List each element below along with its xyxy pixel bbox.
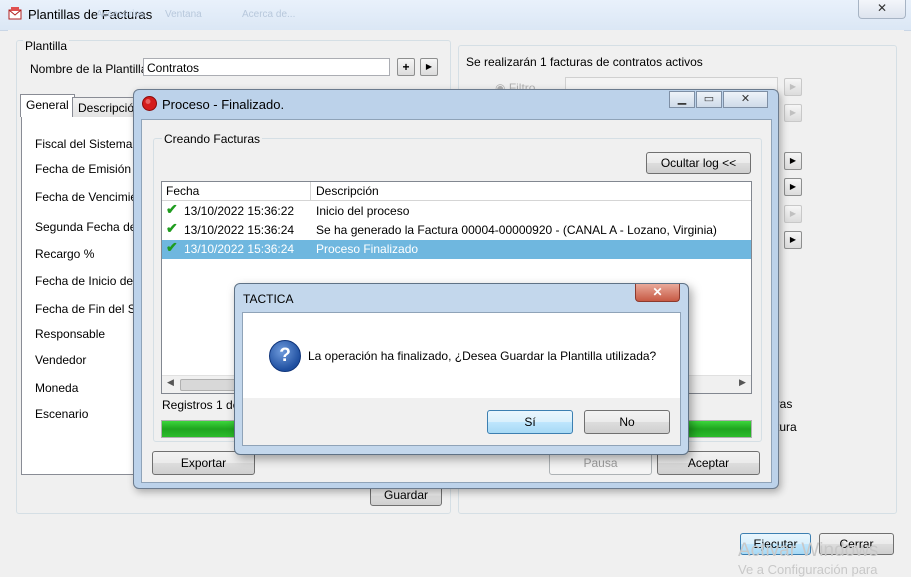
row-fecha: 13/10/2022 15:36:24 (184, 223, 295, 237)
table-row[interactable]: ✔ 13/10/2022 15:36:22 Inicio del proceso (162, 201, 751, 221)
column-header-descripcion[interactable]: Descripción (316, 184, 379, 198)
table-row-selected[interactable]: ✔ 13/10/2022 15:36:24 Proceso Finalizado (162, 239, 751, 259)
check-icon: ✔ (166, 201, 178, 217)
log-table-header: Fecha Descripción (162, 182, 751, 201)
row-fecha: 13/10/2022 15:36:22 (184, 204, 295, 218)
scrollbar-thumb[interactable] (180, 379, 242, 391)
yes-button[interactable]: Sí (487, 410, 573, 434)
tab-general[interactable]: General (20, 94, 75, 117)
table-row[interactable]: ✔ 13/10/2022 15:36:24 Se ha generado la … (162, 220, 751, 240)
column-header-fecha[interactable]: Fecha (166, 184, 199, 198)
registros-label: Registros 1 de (162, 398, 240, 412)
field-label: Recargo % (35, 247, 95, 261)
proceso-title: Proceso - Finalizado. (162, 97, 285, 112)
field-label: Escenario (35, 407, 89, 421)
tactica-dialog: TACTICA ✕ ? La operación ha finalizado, … (234, 283, 689, 455)
tab-descripcion[interactable]: Descripción (72, 97, 134, 117)
proceso-close-button[interactable]: ✕ (723, 91, 768, 108)
maximize-button[interactable]: ▭ (696, 91, 722, 108)
summary-text: Se realizarán 1 facturas de contratos ac… (466, 55, 703, 69)
row-descripcion: Proceso Finalizado (316, 242, 419, 256)
invoice-app-icon (8, 7, 22, 20)
right-arrow-button[interactable]: ▶ (784, 205, 802, 223)
right-arrow-button[interactable]: ▶ (784, 152, 802, 170)
right-arrow-button[interactable]: ▶ (784, 78, 802, 96)
template-name-label: Nombre de la Plantilla (30, 62, 148, 76)
row-descripcion: Se ha generado la Factura 00004-00000920… (316, 223, 717, 237)
plantilla-group-label: Plantilla (23, 39, 70, 53)
field-label: Moneda (35, 381, 79, 395)
tactica-message: La operación ha finalizado, ¿Desea Guard… (308, 349, 657, 363)
windows-watermark: Activar Windows (738, 540, 879, 561)
field-label: Fecha de Emisión (35, 162, 132, 176)
toggle-log-button[interactable]: Ocultar log << (646, 152, 751, 174)
scroll-left-icon[interactable]: ◀ (167, 377, 174, 388)
ghost-menu-item: Acerca de... (242, 9, 296, 20)
process-stop-icon (142, 96, 157, 111)
tactica-title: TACTICA (243, 292, 294, 306)
tactica-message-area: ? La operación ha finalizado, ¿Desea Gua… (243, 313, 680, 398)
ghost-menu-item: Ventana (165, 9, 202, 20)
row-descripcion: Inicio del proceso (316, 204, 410, 218)
template-arrow-button[interactable]: ▶ (420, 58, 438, 76)
right-arrow-button[interactable]: ▶ (784, 178, 802, 196)
field-label: Responsable (35, 327, 106, 341)
row-fecha: 13/10/2022 15:36:24 (184, 242, 295, 256)
template-name-input[interactable]: Contratos (143, 58, 390, 76)
check-icon: ✔ (166, 220, 178, 236)
field-label: Vendedor (35, 353, 87, 367)
right-arrow-button[interactable]: ▶ (784, 104, 802, 122)
field-label: Fiscal del Sistema (35, 137, 133, 151)
ghost-menu-item: Accesorios (96, 9, 145, 20)
minimize-button[interactable]: ▁ (669, 91, 695, 108)
check-icon: ✔ (166, 239, 178, 255)
main-close-button[interactable]: ✕ (858, 0, 906, 19)
tactica-close-button[interactable]: ✕ (635, 284, 680, 302)
no-button[interactable]: No (584, 410, 670, 434)
add-button[interactable]: + (397, 58, 415, 76)
column-divider[interactable] (310, 182, 311, 200)
creando-facturas-label: Creando Facturas (162, 132, 263, 146)
main-title-bar: Plantillas de Facturas Accesorios Ventan… (0, 0, 911, 31)
tactica-client: ? La operación ha finalizado, ¿Desea Gua… (242, 312, 681, 446)
scroll-right-icon[interactable]: ▶ (739, 377, 746, 388)
question-icon: ? (269, 340, 301, 372)
right-arrow-button[interactable]: ▶ (784, 231, 802, 249)
